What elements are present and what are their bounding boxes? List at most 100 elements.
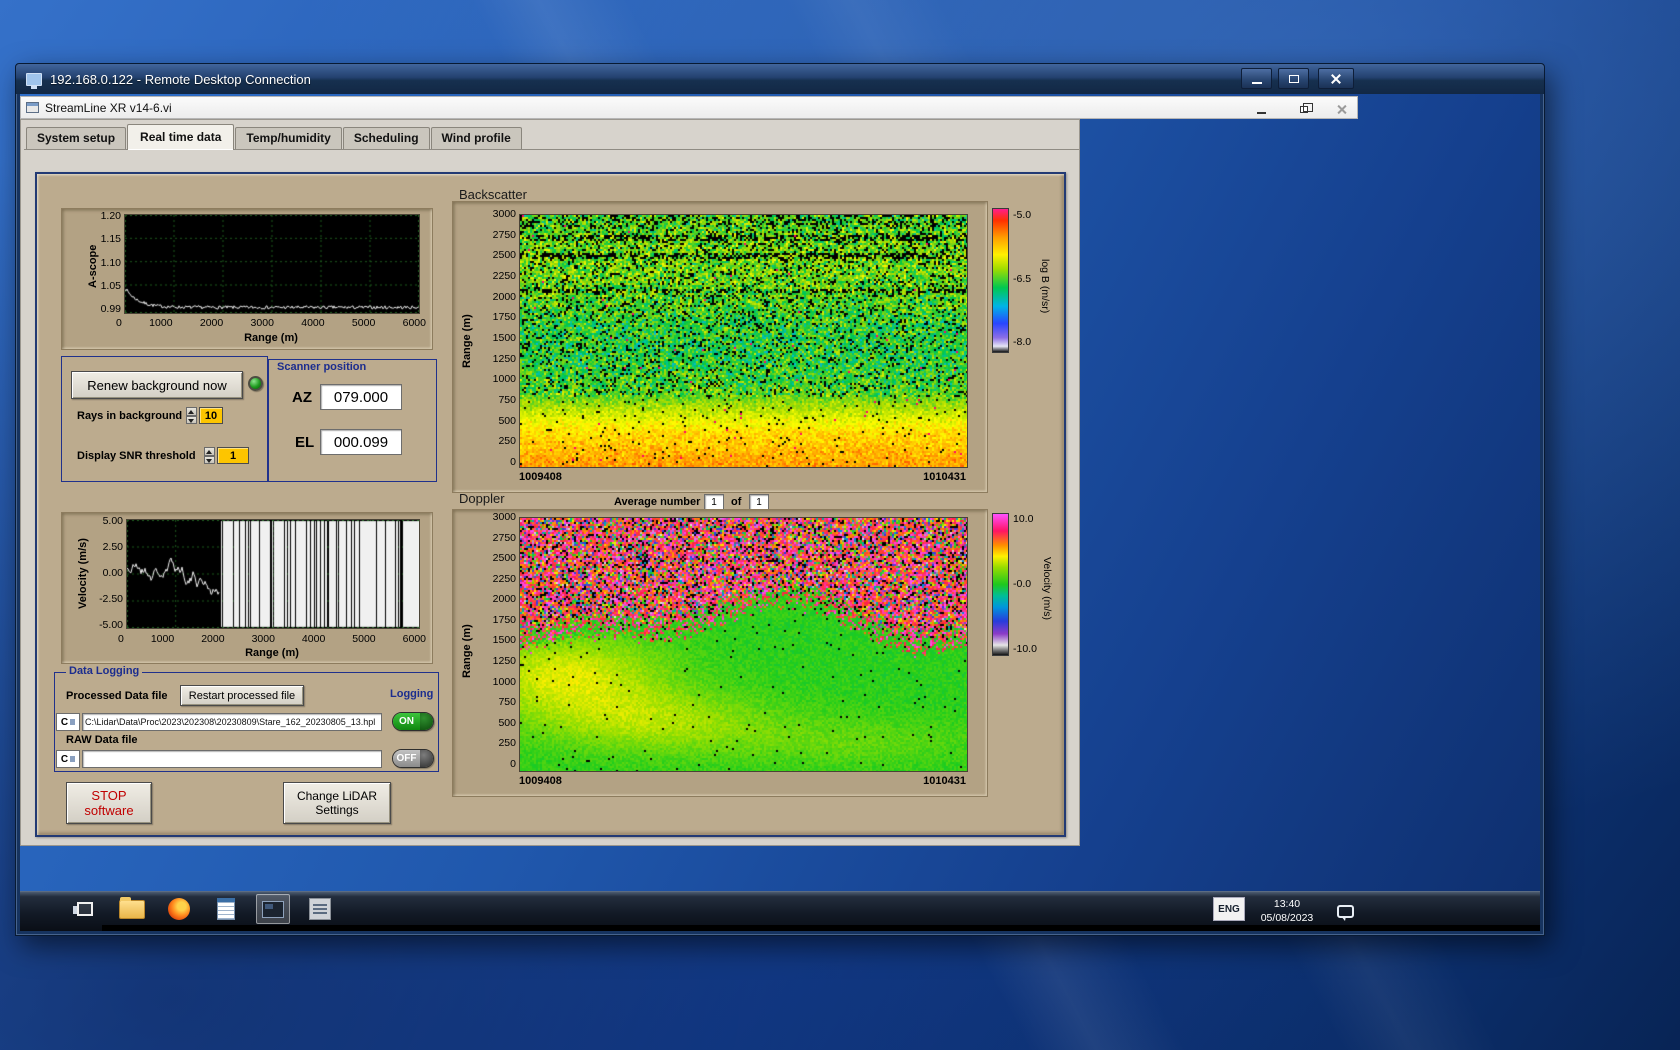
renew-background-button[interactable]: Renew background now <box>71 371 243 399</box>
clock-date: 05/08/2023 <box>1252 911 1322 925</box>
raw-path-field[interactable] <box>82 750 382 768</box>
backscatter-title: Backscatter <box>459 187 527 202</box>
text-editor-icon <box>217 898 235 920</box>
raw-path-drive-button[interactable]: C <box>56 750 80 768</box>
average-number-field[interactable]: 1 <box>704 494 724 510</box>
notification-icon <box>1337 905 1354 918</box>
app-titlebar[interactable]: StreamLine XR v14-6.vi <box>20 96 1358 119</box>
ascope-y-ticks: 1.201.151.101.050.99 <box>91 211 121 314</box>
velocity-y-tick: -2.50 <box>99 594 123 604</box>
processed-data-file-label: Processed Data file <box>66 690 168 702</box>
switch-knob <box>420 713 433 730</box>
velocity-x-tick: 6000 <box>403 633 426 645</box>
backscatter-y-tick: 750 <box>498 395 516 405</box>
el-value-field: 000.099 <box>320 429 402 455</box>
folder-icon <box>70 756 75 762</box>
ascope-x-tick: 0 <box>116 317 122 329</box>
doppler-colorbar-tick: -0.0 <box>1013 579 1031 589</box>
processed-path-field[interactable]: C:\Lidar\Data\Proc\2023\202308\20230809\… <box>82 713 382 731</box>
backscatter-y-tick: 250 <box>498 436 516 446</box>
doppler-y-tick: 1250 <box>493 656 516 666</box>
doppler-y-tick: 250 <box>498 738 516 748</box>
stop-software-button[interactable]: STOP software <box>66 782 152 824</box>
ascope-y-tick: 1.05 <box>101 281 121 291</box>
raw-data-file-label: RAW Data file <box>66 734 138 746</box>
doppler-y-tick: 1000 <box>493 677 516 687</box>
scan-scheduler-button[interactable] <box>303 894 337 924</box>
app-close-button[interactable] <box>1327 100 1357 118</box>
doppler-x-start: 1009408 <box>519 775 562 787</box>
taskbar-clock[interactable]: 13:40 05/08/2023 <box>1252 897 1322 925</box>
doppler-y-tick: 0 <box>510 759 516 769</box>
backscatter-colorbar-tick: -6.5 <box>1013 274 1031 284</box>
tab-temp-humidity[interactable]: Temp/humidity <box>235 127 341 149</box>
of-label: of <box>731 496 741 508</box>
velocity-x-tick: 1000 <box>151 633 174 645</box>
velocity-x-tick: 4000 <box>302 633 325 645</box>
app-minimize-button[interactable] <box>1246 100 1276 118</box>
el-label: EL <box>295 434 314 451</box>
change-button-line1: Change LiDAR <box>297 789 377 803</box>
folder-icon <box>70 719 75 725</box>
processed-path-drive-button[interactable]: C <box>56 713 80 731</box>
firefox-button[interactable] <box>162 894 196 924</box>
tab-system-setup[interactable]: System setup <box>26 127 126 149</box>
task-view-button[interactable] <box>68 894 102 924</box>
scan-scheduler-icon <box>309 898 331 920</box>
doppler-y-ticks: 3000275025002250200017501500125010007505… <box>474 512 516 769</box>
velocity-y-tick: 2.50 <box>103 542 123 552</box>
rdp-minimize-button[interactable] <box>1241 68 1272 89</box>
backscatter-y-tick: 1500 <box>493 333 516 343</box>
file-explorer-button[interactable] <box>115 894 149 924</box>
ascope-plot <box>124 214 420 314</box>
text-editor-button[interactable] <box>209 894 243 924</box>
restore-icon <box>1300 106 1308 113</box>
switch-state-label: OFF <box>393 750 420 767</box>
backscatter-y-tick: 2750 <box>493 230 516 240</box>
ascope-x-ticks: 0100020003000400050006000 <box>116 317 426 329</box>
doppler-colorbar <box>992 513 1009 656</box>
change-lidar-settings-button[interactable]: Change LiDAR Settings <box>283 782 391 824</box>
velocity-x-tick: 2000 <box>201 633 224 645</box>
tab-scheduling[interactable]: Scheduling <box>343 127 430 149</box>
tab-wind-profile[interactable]: Wind profile <box>431 127 522 149</box>
rdp-close-button[interactable] <box>1318 68 1354 89</box>
doppler-y-tick: 750 <box>498 697 516 707</box>
snr-value-field[interactable]: 1 <box>217 447 249 464</box>
tab-real-time-data[interactable]: Real time data <box>127 124 234 150</box>
notification-button[interactable] <box>1328 896 1362 926</box>
stop-button-line1: STOP <box>91 788 126 803</box>
vi-window-body: System setupReal time dataTemp/humidityS… <box>20 119 1080 846</box>
backscatter-x-start: 1009408 <box>519 471 562 483</box>
backscatter-y-tick: 2250 <box>493 271 516 281</box>
velocity-plot <box>126 519 420 629</box>
streamline-app-button[interactable] <box>256 894 290 924</box>
app-restore-button[interactable] <box>1289 100 1319 118</box>
ascope-y-tick: 1.15 <box>101 234 121 244</box>
screen: 192.168.0.122 - Remote Desktop Connectio… <box>0 0 1680 1050</box>
average-count-field[interactable]: 1 <box>749 494 769 510</box>
language-indicator[interactable]: ENG <box>1213 897 1245 921</box>
switch-knob <box>420 750 433 767</box>
velocity-y-tick: -5.00 <box>99 620 123 630</box>
restart-processed-file-button[interactable]: Restart processed file <box>180 685 304 706</box>
doppler-colorbar-tick: 10.0 <box>1013 514 1033 524</box>
doppler-y-tick: 2000 <box>493 594 516 604</box>
rdp-titlebar[interactable]: 192.168.0.122 - Remote Desktop Connectio… <box>16 64 1544 94</box>
velocity-x-tick: 5000 <box>352 633 375 645</box>
minimize-icon <box>1257 112 1266 114</box>
rdp-maximize-button[interactable] <box>1278 68 1309 89</box>
doppler-y-tick: 1500 <box>493 635 516 645</box>
snr-spinner[interactable] <box>204 447 215 464</box>
rays-spinner[interactable] <box>186 407 197 424</box>
ascope-x-tick: 2000 <box>200 317 223 329</box>
rays-value-field[interactable]: 10 <box>199 407 223 424</box>
backscatter-y-tick: 2500 <box>493 250 516 260</box>
processed-logging-switch[interactable]: ON <box>392 712 434 731</box>
raw-logging-switch[interactable]: OFF <box>392 749 434 768</box>
ascope-x-tick: 4000 <box>301 317 324 329</box>
backscatter-colorbar-tick: -8.0 <box>1013 337 1031 347</box>
background-led-indicator <box>248 376 263 391</box>
doppler-y-tick: 500 <box>498 718 516 728</box>
velocity-y-tick: 5.00 <box>103 516 123 526</box>
